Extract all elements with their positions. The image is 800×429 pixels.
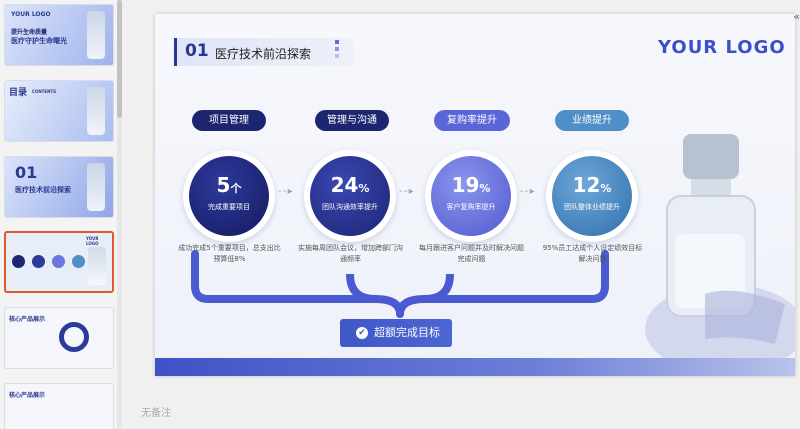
metric-circle: 24% 团队沟通效率提升 xyxy=(310,156,390,236)
thumb-circle xyxy=(12,255,25,268)
thumb-logo: YOUR LOGO xyxy=(86,236,99,246)
thumb-line: 提升生命质量 xyxy=(11,29,48,36)
metric-number: 5 xyxy=(216,173,231,197)
thumb-line: 医疗守护生命曙光 xyxy=(11,37,67,45)
metric-caption: 完成重要项目 xyxy=(208,203,250,211)
slide-bottom-band xyxy=(155,358,795,376)
slide-canvas[interactable]: 01 医疗技术前沿探索 YOUR LOGO 项目管理 管理与沟通 复购率提升 业… xyxy=(155,14,795,376)
metric-value: 12% xyxy=(552,173,632,197)
thumb-donut xyxy=(59,322,89,352)
metric-circle: 5个 完成重要项目 xyxy=(189,156,269,236)
scrollbar-thumb[interactable] xyxy=(117,0,122,118)
slide-thumbnail-2[interactable]: 目录 CONTENTS xyxy=(4,80,114,142)
collapse-icon[interactable]: « xyxy=(793,10,800,23)
pill-communication: 管理与沟通 xyxy=(315,110,389,131)
thumb-circle xyxy=(72,255,85,268)
vial-image xyxy=(87,87,105,135)
metric-card-3: 19% 客户复购率提升 xyxy=(425,150,517,242)
metric-unit: 个 xyxy=(230,182,242,195)
slide-thumbnail-1[interactable]: YOUR LOGO 提升生命质量 医疗守护生命曙光 xyxy=(4,4,114,66)
slide-thumbnail-4[interactable]: YOUR LOGO xyxy=(4,231,114,293)
arrow-right-icon: - - ▸ xyxy=(278,186,293,197)
metric-description: 成功完成5个重要项目，总支出比预算低8% xyxy=(178,244,281,263)
arrow-right-icon: - - ▸ xyxy=(399,186,414,197)
metric-value: 24% xyxy=(310,173,390,197)
thumb-title: 核心产品展示 xyxy=(9,316,46,323)
vial-image xyxy=(87,11,105,59)
thumb-title: 01 xyxy=(15,163,38,182)
thumb-line: CONTENTS xyxy=(32,89,57,94)
pill-project-management: 项目管理 xyxy=(192,110,266,131)
target-label: 超额完成目标 xyxy=(374,326,440,339)
slide-thumbnail-5[interactable]: 核心产品展示 xyxy=(4,307,114,369)
metric-unit: % xyxy=(600,182,612,195)
exceed-target-button: ✔ 超额完成目标 xyxy=(340,319,452,347)
metric-value: 19% xyxy=(431,173,511,197)
thumb-logo: YOUR LOGO xyxy=(11,11,51,18)
slide-thumbnail-panel: YOUR LOGO 提升生命质量 医疗守护生命曙光 目录 CONTENTS 01… xyxy=(0,0,122,429)
thumb-line: 医疗技术前沿探索 xyxy=(15,186,71,194)
thumb-circle xyxy=(32,255,45,268)
check-icon: ✔ xyxy=(356,327,368,339)
slide-thumbnail-3[interactable]: 01 医疗技术前沿探索 xyxy=(4,156,114,218)
metric-description: 实施每周团队会议，增加跨部门沟通频率 xyxy=(298,244,403,263)
metric-value: 5个 xyxy=(189,173,269,197)
metric-number: 12 xyxy=(572,173,601,197)
metric-card-2: 24% 团队沟通效率提升 xyxy=(304,150,396,242)
slide-thumbnail-6[interactable]: 核心产品展示 xyxy=(4,383,114,429)
speaker-notes[interactable]: 无备注 xyxy=(141,404,171,419)
metric-unit: % xyxy=(479,182,491,195)
metric-caption: 客户复购率提升 xyxy=(446,203,496,211)
pill-performance: 业绩提升 xyxy=(555,110,629,131)
metric-description: 每月跟进客户问题并及时解决问题完成问题 xyxy=(419,244,524,263)
metric-circle: 19% 客户复购率提升 xyxy=(431,156,511,236)
thumb-circle xyxy=(52,255,65,268)
pill-repurchase: 复购率提升 xyxy=(434,110,510,131)
metric-unit: % xyxy=(358,182,370,195)
metric-circle: 12% 团队整体业绩提升 xyxy=(552,156,632,236)
metric-caption: 团队整体业绩提升 xyxy=(564,203,620,211)
thumb-title: 核心产品展示 xyxy=(9,392,46,399)
metric-caption: 团队沟通效率提升 xyxy=(322,203,378,211)
metric-card-1: 5个 完成重要项目 xyxy=(183,150,275,242)
vial-image xyxy=(87,163,105,211)
metric-number: 19 xyxy=(451,173,480,197)
vial-image xyxy=(88,247,106,285)
thumb-title: 目录 xyxy=(9,88,28,98)
metric-card-4: 12% 团队整体业绩提升 xyxy=(546,150,638,242)
metric-number: 24 xyxy=(330,173,359,197)
arrow-right-icon: - - ▸ xyxy=(520,186,535,197)
metric-description: 95%员工达成个人设定绩效目标解决问题 xyxy=(542,244,643,263)
